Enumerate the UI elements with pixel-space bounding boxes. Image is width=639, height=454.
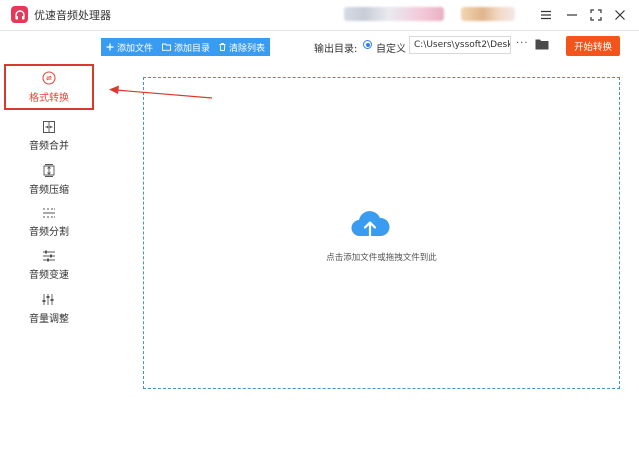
menu-icon[interactable] [536, 5, 556, 25]
sidebar-item-merge[interactable]: 音频合并 [4, 115, 94, 158]
add-file-button[interactable]: 添加文件 [101, 38, 157, 56]
user-info-blurred [344, 7, 444, 21]
output-dir-label: 输出目录: [314, 44, 358, 55]
add-folder-button[interactable]: 添加目录 [157, 38, 214, 56]
folder-outline-icon [162, 43, 171, 51]
split-icon [43, 208, 55, 218]
clear-list-button[interactable]: 清除列表 [214, 38, 269, 56]
close-icon[interactable] [610, 5, 630, 25]
minimize-icon[interactable] [562, 5, 582, 25]
sidebar-item-label: 音量调整 [29, 313, 69, 325]
file-actions-group: 添加文件 添加目录 清除列表 [101, 38, 270, 56]
maximize-icon[interactable] [586, 5, 606, 25]
app-logo-icon [11, 6, 28, 23]
sidebar-item-split[interactable]: 音频分割 [4, 201, 94, 244]
drop-hint-text: 点击添加文件或拖拽文件到此 [326, 253, 437, 263]
add-file-label: 添加文件 [117, 43, 154, 54]
plus-icon [106, 43, 114, 51]
volume-adjust-icon [42, 293, 54, 305]
title-bar: 优速音频处理器 [0, 0, 639, 31]
start-convert-label: 开始转换 [573, 42, 612, 53]
open-folder-icon[interactable] [535, 38, 549, 53]
sidebar: 格式转换 音频合并 音频压缩 音频分割 音频变速 音量调整 [0, 60, 98, 454]
sidebar-item-compress[interactable]: 音频压缩 [4, 158, 94, 201]
format-convert-icon [42, 70, 56, 85]
sidebar-item-label: 音频变速 [29, 270, 69, 281]
merge-icon [43, 121, 55, 133]
custom-radio-label[interactable]: 自定义 [376, 40, 406, 55]
speed-icon [43, 250, 55, 262]
add-folder-label: 添加目录 [174, 43, 211, 54]
compress-icon [43, 163, 55, 177]
start-convert-button[interactable]: 开始转换 [566, 36, 620, 56]
clear-list-label: 清除列表 [229, 43, 266, 54]
sidebar-item-format-convert[interactable]: 格式转换 [4, 64, 94, 110]
sidebar-item-label: 音频压缩 [29, 184, 69, 196]
account-badge-blurred [461, 7, 515, 21]
cloud-upload-icon [350, 210, 390, 243]
sidebar-item-label: 格式转换 [29, 92, 69, 104]
sidebar-item-volume[interactable]: 音量调整 [4, 287, 94, 330]
custom-radio[interactable] [363, 40, 372, 49]
sidebar-item-speed[interactable]: 音频变速 [4, 244, 94, 287]
sidebar-item-label: 音频分割 [29, 227, 69, 238]
trash-icon [219, 43, 226, 51]
more-options-button[interactable]: ··· [516, 38, 529, 49]
app-title: 优速音频处理器 [34, 9, 111, 22]
file-drop-zone[interactable]: 点击添加文件或拖拽文件到此 [143, 77, 620, 389]
sidebar-item-label: 音频合并 [29, 141, 69, 152]
output-path-input[interactable]: C:\Users\yssoft2\Deskt [409, 36, 511, 54]
